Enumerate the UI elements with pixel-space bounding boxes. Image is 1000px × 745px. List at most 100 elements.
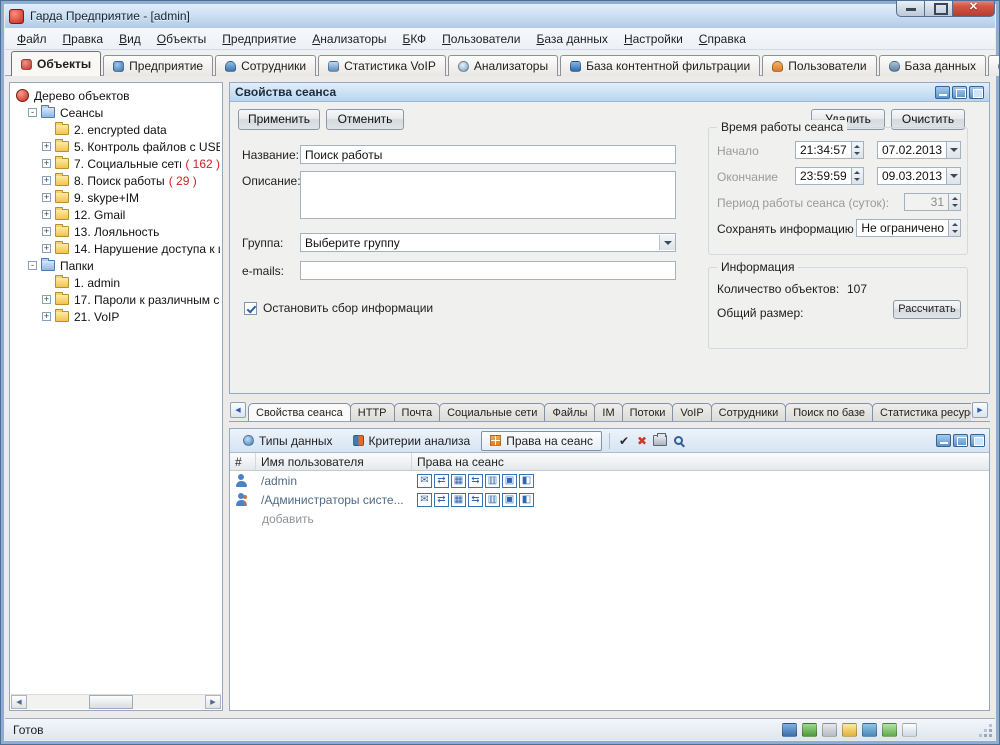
session-tab-mail[interactable]: Почта bbox=[394, 403, 441, 421]
panel-maximize-icon[interactable] bbox=[952, 86, 967, 99]
scroll-left-icon[interactable]: ◀ bbox=[11, 695, 27, 709]
tree-node-session[interactable]: 5. Контроль файлов с USB по bbox=[12, 138, 220, 155]
edit-permission-icon[interactable]: ▣ bbox=[502, 493, 517, 507]
save-permission-icon[interactable]: ▦ bbox=[451, 493, 466, 507]
menu-users[interactable]: Пользователи bbox=[434, 29, 528, 49]
end-date-picker[interactable]: 09.03.2013 bbox=[877, 167, 961, 185]
column-number[interactable]: # bbox=[230, 453, 256, 470]
tree-node-session[interactable]: 2. encrypted data bbox=[12, 121, 220, 138]
calculate-button[interactable]: Рассчитать bbox=[893, 300, 961, 319]
mail-permission-icon[interactable]: ✉ bbox=[417, 474, 432, 488]
expand-icon[interactable] bbox=[42, 244, 51, 253]
spinner-icon[interactable] bbox=[948, 219, 961, 237]
session-tab-http[interactable]: HTTP bbox=[350, 403, 395, 421]
menu-analyzers[interactable]: Анализаторы bbox=[304, 29, 394, 49]
apply-button[interactable]: Применить bbox=[238, 109, 320, 130]
expand-icon[interactable] bbox=[42, 210, 51, 219]
tree-node-session[interactable]: 14. Нарушение доступа к ин bbox=[12, 240, 220, 257]
expand-icon[interactable] bbox=[42, 227, 51, 236]
close-button[interactable] bbox=[952, 0, 995, 17]
tree-node-session[interactable]: 13. Лояльность bbox=[12, 223, 220, 240]
tab-objects[interactable]: Объекты bbox=[11, 51, 101, 76]
tab-database[interactable]: База данных bbox=[879, 55, 986, 76]
table-row[interactable]: /admin ✉ ⇄ ▦ ⇆ ▥ ▣ ◧ bbox=[230, 471, 989, 490]
column-session-rights[interactable]: Права на сеанс bbox=[412, 453, 989, 470]
panel-minimize-icon[interactable] bbox=[935, 86, 950, 99]
tree-node-folder[interactable]: 1. admin bbox=[12, 274, 220, 291]
exchange-permission-icon[interactable]: ⇆ bbox=[468, 493, 483, 507]
exchange-permission-icon[interactable]: ⇆ bbox=[468, 474, 483, 488]
menu-view[interactable]: Вид bbox=[111, 29, 149, 49]
combo-dropdown-button[interactable] bbox=[659, 235, 675, 250]
menu-enterprise[interactable]: Предприятие bbox=[214, 29, 304, 49]
start-date-picker[interactable]: 07.02.2013 bbox=[877, 141, 961, 159]
report-permission-icon[interactable]: ▥ bbox=[485, 493, 500, 507]
tab-diagnostics[interactable]: Диагностика bbox=[988, 55, 1000, 76]
scrollbar-thumb[interactable] bbox=[89, 695, 133, 709]
collapse-icon[interactable] bbox=[28, 108, 37, 117]
session-tab-files[interactable]: Файлы bbox=[544, 403, 595, 421]
table-row[interactable]: /Администраторы систе... ✉ ⇄ ▦ ⇆ ▥ ▣ ◧ bbox=[230, 490, 989, 509]
tab-voip-stats[interactable]: Статистика VoIP bbox=[318, 55, 446, 76]
menu-file[interactable]: Файл bbox=[9, 29, 55, 49]
transfer-permission-icon[interactable]: ⇄ bbox=[434, 474, 449, 488]
menu-edit[interactable]: Правка bbox=[55, 29, 112, 49]
session-name-input[interactable] bbox=[300, 145, 676, 164]
tab-analyzers[interactable]: Анализаторы bbox=[448, 55, 558, 76]
tree-horizontal-scrollbar[interactable]: ◀ ▶ bbox=[11, 694, 221, 709]
data-types-tab[interactable]: Типы данных bbox=[234, 431, 342, 451]
session-tab-voip[interactable]: VoIP bbox=[672, 403, 711, 421]
analyzers-status-icon[interactable] bbox=[802, 723, 817, 737]
tab-employees[interactable]: Сотрудники bbox=[215, 55, 316, 76]
session-tab-properties[interactable]: Свойства сеанса bbox=[248, 403, 351, 421]
emails-input[interactable] bbox=[300, 261, 676, 280]
tree-node-session[interactable]: 7. Социальные сети ( 162 ) bbox=[12, 155, 220, 172]
tree-node-session-selected[interactable]: 8. Поиск работы ( 29 ) bbox=[12, 172, 220, 189]
session-tab-social[interactable]: Социальные сети bbox=[439, 403, 545, 421]
tab-enterprise[interactable]: Предприятие bbox=[103, 55, 213, 76]
expand-icon[interactable] bbox=[42, 142, 51, 151]
spinner-icon[interactable] bbox=[851, 141, 864, 159]
end-time-spinbox[interactable]: 23:59:59 bbox=[795, 167, 864, 185]
print-icon[interactable] bbox=[651, 432, 669, 450]
minimize-button[interactable] bbox=[896, 0, 925, 17]
tree-node-sessions[interactable]: Сеансы bbox=[12, 104, 220, 121]
menu-help[interactable]: Справка bbox=[691, 29, 754, 49]
session-tab-http-stats[interactable]: Статистика ресурсов HTTP bbox=[872, 403, 971, 421]
transfer-permission-icon[interactable]: ⇄ bbox=[434, 493, 449, 507]
report-permission-icon[interactable]: ▥ bbox=[485, 474, 500, 488]
start-time-spinbox[interactable]: 21:34:57 bbox=[795, 141, 864, 159]
panel-maximize-icon[interactable] bbox=[953, 434, 968, 447]
menu-bkf[interactable]: БКФ bbox=[395, 29, 435, 49]
title-bar[interactable]: Гарда Предприятие - [admin] bbox=[5, 4, 995, 28]
cancel-button[interactable]: Отменить bbox=[326, 109, 404, 130]
keep-info-spinbox[interactable]: Не ограничено bbox=[856, 219, 961, 237]
tab-content-filter-db[interactable]: База контентной фильтрации bbox=[560, 55, 760, 76]
expand-icon[interactable] bbox=[42, 176, 51, 185]
database-status-icon[interactable] bbox=[882, 723, 897, 737]
save-permission-icon[interactable]: ▦ bbox=[451, 474, 466, 488]
session-tab-streams[interactable]: Потоки bbox=[622, 403, 674, 421]
preview-search-icon[interactable] bbox=[669, 432, 687, 450]
description-input[interactable] bbox=[300, 171, 676, 219]
scroll-right-icon[interactable]: ▶ bbox=[205, 695, 221, 709]
tabs-scroll-left-icon[interactable]: ◀ bbox=[230, 402, 246, 418]
resize-grip[interactable] bbox=[989, 734, 992, 737]
menu-settings[interactable]: Настройки bbox=[616, 29, 691, 49]
view-permission-icon[interactable]: ◧ bbox=[519, 493, 534, 507]
tree-node-folder[interactable]: 21. VoIP bbox=[12, 308, 220, 325]
tab-users[interactable]: Пользователи bbox=[762, 55, 876, 76]
tree-node-session[interactable]: 9. skype+IM bbox=[12, 189, 220, 206]
spinner-icon[interactable] bbox=[851, 167, 864, 185]
column-user-name[interactable]: Имя пользователя bbox=[256, 453, 412, 470]
view-permission-icon[interactable]: ◧ bbox=[519, 474, 534, 488]
session-rights-tab[interactable]: Права на сеанс bbox=[481, 431, 602, 451]
tree-node-session[interactable]: 12. Gmail bbox=[12, 206, 220, 223]
tabs-scroll-right-icon[interactable]: ▶ bbox=[972, 402, 988, 418]
group-select[interactable]: Выберите группу bbox=[300, 233, 676, 252]
add-user-link[interactable]: добавить bbox=[262, 509, 314, 528]
confirm-icon[interactable]: ✔ bbox=[615, 432, 633, 450]
menu-database[interactable]: База данных bbox=[528, 29, 615, 49]
delete-icon[interactable]: ✖ bbox=[633, 432, 651, 450]
connection-status-icon[interactable] bbox=[782, 723, 797, 737]
